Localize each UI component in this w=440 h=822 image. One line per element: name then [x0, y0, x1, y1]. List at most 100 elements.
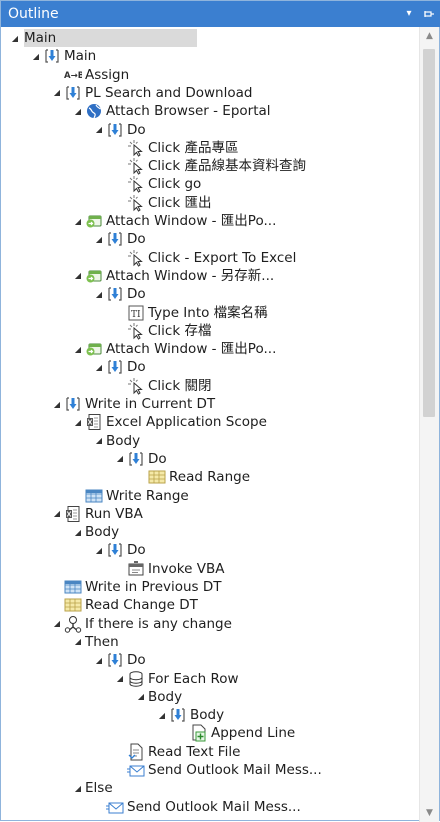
- collapse-arrow-icon[interactable]: ◢: [94, 541, 104, 559]
- tree-node-send-outlook-mail-mess[interactable]: Send Outlook Mail Mess...: [127, 761, 322, 779]
- click-icon: [127, 139, 145, 157]
- collapse-arrow-icon[interactable]: ◢: [94, 432, 104, 450]
- sequence-icon: [127, 450, 145, 468]
- collapse-arrow-icon[interactable]: ◢: [157, 706, 167, 724]
- tree-node-write-range[interactable]: Write Range: [85, 487, 189, 505]
- tree-node-for-each-row[interactable]: For Each Row: [127, 670, 239, 688]
- tree-node-pl-search-and-download[interactable]: PL Search and Download: [64, 84, 252, 102]
- tree-node-body[interactable]: Body: [148, 688, 182, 706]
- tree-node-main[interactable]: Main: [24, 29, 197, 47]
- tree-node-click-export-to-excel[interactable]: Click - Export To Excel: [127, 249, 296, 267]
- tree-node-click-go[interactable]: Click go: [127, 175, 201, 194]
- collapse-arrow-icon[interactable]: ◢: [94, 121, 104, 139]
- tree-node-label: Do: [127, 359, 146, 376]
- tree-node-run-vba[interactable]: Run VBA: [64, 505, 143, 523]
- tree-node-click[interactable]: Click 匯出: [127, 194, 211, 212]
- collapse-arrow-icon[interactable]: ◢: [94, 358, 104, 376]
- tree-node-do[interactable]: Do: [106, 121, 146, 139]
- tree-node-click[interactable]: Click 關閉: [127, 377, 211, 395]
- collapse-arrow-icon[interactable]: ◢: [136, 688, 146, 706]
- tree-node-label: PL Search and Download: [85, 84, 253, 101]
- tree-node-body[interactable]: Body: [169, 706, 224, 724]
- tree-node-read-text-file[interactable]: Read Text File: [127, 743, 240, 761]
- collapse-arrow-icon[interactable]: ◢: [52, 395, 62, 413]
- excel-scope-icon: [85, 413, 103, 431]
- collapse-arrow-icon[interactable]: ◢: [73, 523, 83, 541]
- collapse-arrow-icon[interactable]: ◢: [73, 633, 83, 651]
- tree-node-label: Then: [85, 633, 119, 650]
- tree-node-click[interactable]: Click 產品線基本資料查詢: [127, 157, 306, 175]
- scroll-up-arrow-icon[interactable]: ▲: [420, 27, 439, 45]
- collapse-arrow-icon[interactable]: ◢: [73, 779, 83, 797]
- tree-node-write-in-previous-dt[interactable]: Write in Previous DT: [64, 578, 222, 596]
- tree-node-do[interactable]: Do: [127, 450, 167, 468]
- tree-node-then[interactable]: Then: [85, 633, 119, 651]
- collapse-arrow-icon[interactable]: ◢: [115, 670, 125, 688]
- collapse-arrow-icon[interactable]: ◢: [94, 651, 104, 669]
- tree-node-attach-window-po[interactable]: Attach Window - 匯出Po...: [85, 212, 276, 230]
- read-text-file-icon: [127, 743, 145, 761]
- tree-node-body[interactable]: Body: [85, 523, 119, 541]
- click-icon: [127, 157, 145, 175]
- read-range-icon: [148, 468, 166, 486]
- tree-node-click[interactable]: Click 產品專區: [127, 139, 238, 157]
- dropdown-arrow-icon[interactable]: ▾: [403, 8, 415, 20]
- tree-node-excel-application-scope[interactable]: Excel Application Scope: [85, 413, 267, 431]
- tree-node-write-in-current-dt[interactable]: Write in Current DT: [64, 395, 215, 413]
- tree-node-body[interactable]: Body: [106, 432, 140, 450]
- tree-node-label: For Each Row: [148, 670, 239, 687]
- collapse-arrow-icon[interactable]: ◢: [73, 102, 83, 120]
- collapse-arrow-icon[interactable]: ◢: [73, 413, 83, 431]
- collapse-arrow-icon[interactable]: ◢: [73, 267, 83, 285]
- click-icon: [127, 175, 145, 194]
- tree-node-click[interactable]: Click 存檔: [127, 322, 211, 340]
- collapse-arrow-icon[interactable]: ◢: [73, 212, 83, 230]
- click-icon: [127, 322, 145, 340]
- tree-node-label: Write in Previous DT: [85, 579, 222, 595]
- collapse-arrow-icon[interactable]: ◢: [115, 450, 125, 468]
- tree-node-do[interactable]: Do: [106, 285, 146, 303]
- tree-node-attach-browser-eportal[interactable]: Attach Browser - Eportal: [85, 102, 271, 120]
- collapse-arrow-icon[interactable]: ◢: [31, 47, 41, 65]
- collapse-arrow-icon[interactable]: ◢: [94, 285, 104, 303]
- tree-node-do[interactable]: Do: [106, 541, 146, 559]
- tree-node-main[interactable]: Main: [43, 47, 96, 65]
- collapse-arrow-icon[interactable]: ◢: [73, 340, 83, 358]
- scroll-down-arrow-icon[interactable]: ▼: [420, 804, 439, 822]
- tree-node-do[interactable]: Do: [106, 230, 146, 248]
- collapse-arrow-icon[interactable]: ◢: [52, 84, 62, 102]
- tree-node-send-outlook-mail-mess[interactable]: Send Outlook Mail Mess...: [106, 798, 301, 816]
- attach-window-icon: [85, 212, 103, 230]
- sequence-icon: [64, 84, 82, 102]
- tree-node-append-line[interactable]: Append Line: [190, 724, 295, 742]
- pin-icon[interactable]: [423, 8, 435, 20]
- tree-node-label: Invoke VBA: [148, 560, 225, 577]
- tree-node-label: Body: [85, 524, 120, 541]
- scroll-thumb[interactable]: [423, 49, 435, 417]
- tree-node-if-there-is-any-change[interactable]: If there is any change: [64, 615, 232, 633]
- tree-node-attach-window[interactable]: Attach Window - 另存新...: [85, 267, 274, 285]
- tree-node-label: Click 關閉: [148, 377, 212, 394]
- tree-node-do[interactable]: Do: [106, 651, 146, 669]
- vertical-scrollbar[interactable]: ▲ ▼: [419, 27, 439, 822]
- tree-node-assign[interactable]: A→B Assign: [64, 66, 129, 84]
- tree-node-label: Read Text File: [148, 743, 241, 760]
- tree-node-type-into[interactable]: TI Type Into 檔案名稱: [127, 304, 268, 322]
- tree-node-read-change-dt[interactable]: Read Change DT: [64, 596, 198, 614]
- tree-node-do[interactable]: Do: [106, 358, 146, 376]
- tree-node-invoke-vba[interactable]: Invoke VBA: [127, 560, 224, 578]
- collapse-arrow-icon[interactable]: ◢: [10, 29, 20, 47]
- svg-text:TI: TI: [131, 310, 141, 320]
- outlook-mail-icon: [127, 761, 145, 779]
- tree-node-read-range[interactable]: Read Range: [148, 468, 250, 486]
- tree-node-label: Do: [127, 542, 146, 559]
- tree-node-else[interactable]: Else: [85, 779, 113, 797]
- tree-node-label: Run VBA: [85, 505, 143, 522]
- tree-node-label: Attach Browser - Eportal: [106, 103, 271, 120]
- tree-node-label: Assign: [85, 66, 130, 83]
- collapse-arrow-icon[interactable]: ◢: [94, 230, 104, 248]
- collapse-arrow-icon[interactable]: ◢: [52, 615, 62, 633]
- outline-tree[interactable]: ◢ Main ◢ Main A→B Assign ◢ PL Search and Downlo…: [1, 27, 421, 822]
- tree-node-attach-window-po[interactable]: Attach Window - 匯出Po...: [85, 340, 276, 358]
- collapse-arrow-icon[interactable]: ◢: [52, 505, 62, 523]
